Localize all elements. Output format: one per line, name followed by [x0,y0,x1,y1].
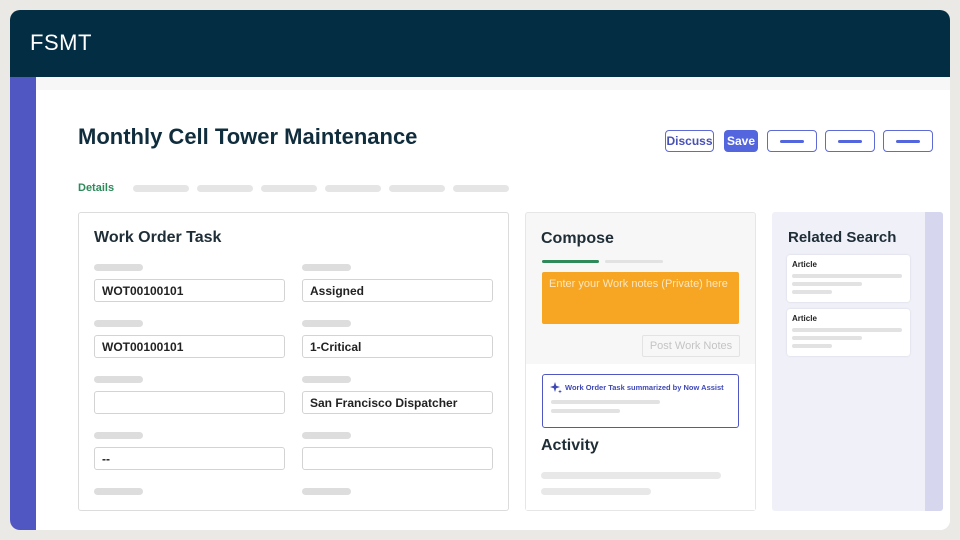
article-label: Article [792,314,817,323]
save-button[interactable]: Save [724,130,758,152]
article-label: Article [792,260,817,269]
field-label-placeholder [94,376,143,383]
empty-field[interactable] [302,447,493,470]
article-placeholder-line [792,336,862,340]
workspace: Monthly Cell Tower Maintenance Discuss S… [36,77,950,530]
tab-placeholder[interactable] [325,185,381,192]
article-placeholder-line [792,344,832,348]
field-label-placeholder [302,432,351,439]
placeholder-line [896,139,920,143]
page-title: Monthly Cell Tower Maintenance [78,124,418,149]
field-label-placeholder [94,488,143,495]
state-field[interactable]: Assigned [302,279,493,302]
field-label-placeholder [302,320,351,327]
tab-placeholder[interactable] [453,185,509,192]
article-card[interactable]: Article [787,255,910,302]
compose-title: Compose [541,230,614,247]
article-placeholder-line [792,290,832,294]
tab-details[interactable]: Details [78,182,114,194]
related-search-panel: Related Search Article Article [772,212,943,511]
article-placeholder-line [792,274,902,278]
empty-field[interactable] [94,391,285,414]
summary-placeholder-line [551,409,620,413]
tab-placeholder[interactable] [133,185,189,192]
article-placeholder-line [792,282,862,286]
summary-placeholder-line [551,400,660,404]
related-search-scrollbar[interactable] [925,212,943,511]
accent-rail [10,77,36,530]
app-window: FSMT Monthly Cell Tower Maintenance Disc… [10,10,950,530]
field-label-placeholder [302,264,351,271]
dash-field[interactable]: -- [94,447,285,470]
parent-field[interactable]: WOT00100101 [94,335,285,358]
field-label-placeholder [302,488,351,495]
action-button-3[interactable] [883,130,933,152]
assignment-group-field[interactable]: San Francisco Dispatcher [302,391,493,414]
activity-placeholder-line [541,488,651,495]
sparkle-icon [550,382,562,394]
now-assist-summary-box[interactable]: Work Order Task summarized by Now Assist [542,374,739,428]
workspace-top-strip [36,77,950,90]
now-assist-text: Work Order Task summarized by Now Assist [565,383,724,392]
tab-placeholder[interactable] [389,185,445,192]
field-label-placeholder [94,320,143,327]
article-placeholder-line [792,328,902,332]
compose-lower-section: Work Order Task summarized by Now Assist… [526,364,755,510]
tab-placeholder[interactable] [197,185,253,192]
number-field[interactable]: WOT00100101 [94,279,285,302]
placeholder-line [780,139,804,143]
priority-field[interactable]: 1-Critical [302,335,493,358]
discuss-button[interactable]: Discuss [665,130,714,152]
work-order-task-card: Work Order Task WOT00100101 Assigned WOT… [78,212,509,511]
tab-placeholder[interactable] [261,185,317,192]
compose-card: Compose Enter your Work notes (Private) … [525,212,756,511]
action-button-1[interactable] [767,130,817,152]
top-header-bar: FSMT [10,10,950,77]
work-notes-input[interactable]: Enter your Work notes (Private) here [542,272,739,324]
related-search-title: Related Search [788,229,897,246]
compose-tab-work-notes[interactable] [542,260,599,263]
field-label-placeholder [94,432,143,439]
activity-title: Activity [541,437,599,454]
placeholder-line [838,139,862,143]
card-title: Work Order Task [94,229,222,246]
article-card[interactable]: Article [787,309,910,356]
field-label-placeholder [94,264,143,271]
app-name: FSMT [30,30,92,55]
post-work-notes-button[interactable]: Post Work Notes [642,335,740,357]
compose-tab-other[interactable] [605,260,663,263]
action-button-2[interactable] [825,130,875,152]
field-label-placeholder [302,376,351,383]
activity-placeholder-line [541,472,721,479]
